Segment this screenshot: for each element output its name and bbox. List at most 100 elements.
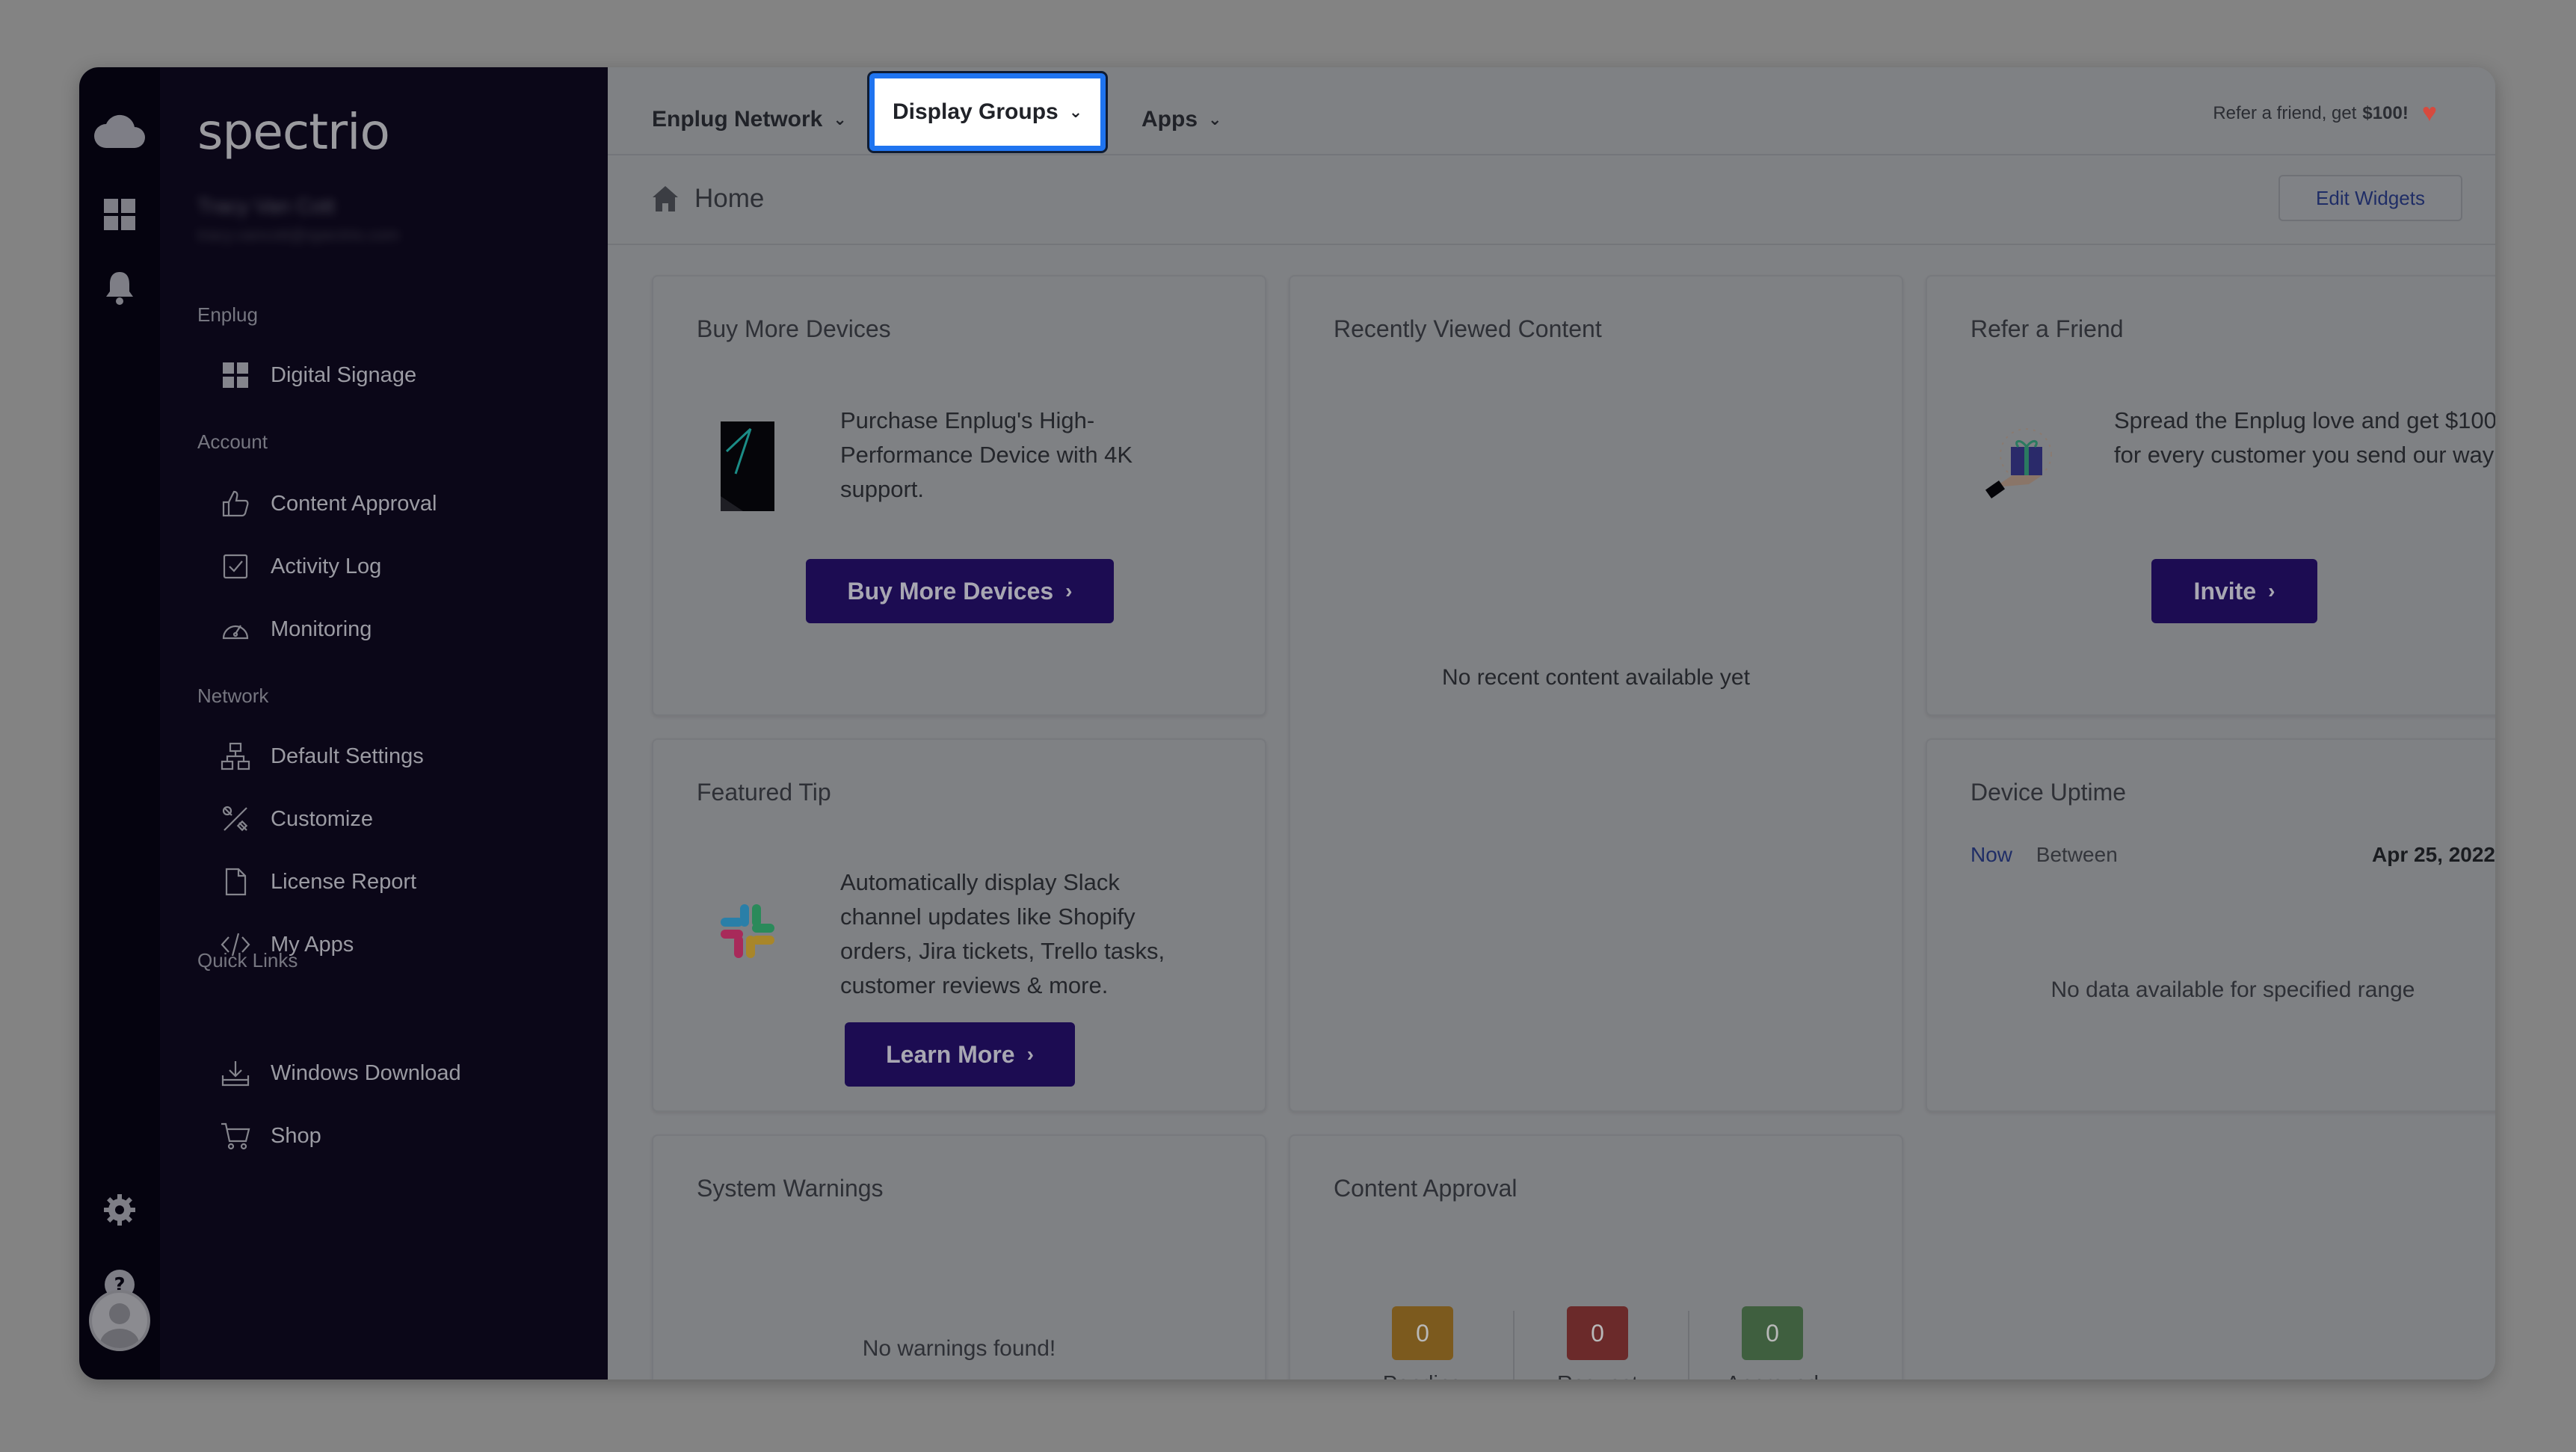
top-nav: Enplug Network ⌄ Display Groups ⌄ Apps ⌄… [608, 67, 2495, 155]
section-account: Account [197, 430, 268, 453]
apps-label: Apps [1141, 107, 1198, 132]
chevron-down-icon: ⌄ [1208, 110, 1222, 129]
edit-widgets-button[interactable]: Edit Widgets [2278, 175, 2462, 221]
slack-icon [718, 901, 777, 965]
avatar[interactable] [79, 1290, 160, 1351]
bell-icon[interactable] [79, 271, 160, 305]
uptime-tabs: Now Between [1970, 843, 2118, 867]
cart-icon [220, 1120, 251, 1152]
refer-amount: $100! [2362, 102, 2409, 123]
widget-text: Automatically display Slack channel upda… [840, 869, 1165, 998]
sidebar-item-license-report[interactable]: License Report [220, 861, 416, 903]
learn-more-button[interactable]: Learn More › [845, 1022, 1075, 1087]
grid-icon [220, 359, 251, 391]
main-content: Enplug Network ⌄ Display Groups ⌄ Apps ⌄… [608, 67, 2495, 1380]
button-label: Invite [2193, 577, 2257, 605]
page-title: Home [651, 184, 764, 214]
uptime-date[interactable]: Apr 25, 2022 [2372, 843, 2495, 867]
sidebar-item-digital-signage[interactable]: Digital Signage [220, 354, 416, 396]
chevron-right-icon: › [2268, 579, 2275, 602]
section-enplug: Enplug [197, 303, 258, 326]
sidebar-item-label: Activity Log [271, 554, 382, 578]
divider [1513, 1311, 1515, 1380]
sidebar-item-activity-log[interactable]: Activity Log [220, 546, 381, 587]
widget-text: Purchase Enplug's High-Performance Devic… [840, 407, 1133, 502]
widget-text: Spread the Enplug love and get $100 for … [2114, 407, 2495, 468]
chevron-down-icon: ⌄ [833, 110, 847, 129]
sidebar-item-windows-download[interactable]: Windows Download [220, 1052, 461, 1094]
widget-title: Recently Viewed Content [1334, 315, 1602, 342]
sidebar-item-customize[interactable]: Customize [220, 798, 373, 840]
widget-title: Content Approval [1334, 1175, 1517, 1202]
widget-device-uptime: Device Uptime Now Between Apr 25, 2022 N… [1926, 738, 2495, 1112]
pending-label: Pending [1359, 1368, 1486, 1380]
widget-title: Featured Tip [697, 779, 831, 806]
device-image [721, 421, 774, 515]
request-changes-label: Request Changes [1537, 1368, 1658, 1380]
widget-title: System Warnings [697, 1175, 884, 1202]
empty-message: No warnings found! [862, 1336, 1056, 1361]
approved-count-badge[interactable]: 0 [1742, 1306, 1803, 1360]
sidebar-item-content-approval[interactable]: Content Approval [220, 483, 437, 525]
sidebar-item-label: Content Approval [271, 491, 437, 516]
tab-now[interactable]: Now [1970, 843, 2012, 866]
app-window: ? spectrio Tracy Van Cott tracy.vancott@… [79, 67, 2495, 1380]
dashboard-icon[interactable] [79, 199, 160, 230]
document-icon [220, 866, 251, 898]
sitemap-icon [220, 741, 251, 772]
icon-rail: ? [79, 67, 160, 1380]
widget-title: Buy More Devices [697, 315, 891, 342]
sidebar: spectrio Tracy Van Cott tracy.vancott@sp… [160, 67, 608, 1380]
widget-title: Refer a Friend [1970, 315, 2124, 342]
display-groups-label: Display Groups [893, 99, 1059, 124]
tools-icon [220, 803, 251, 835]
widget-buy-devices: Buy More Devices Purchase Enplug's High-… [652, 275, 1266, 716]
cloud-icon[interactable] [79, 111, 160, 149]
thumbs-up-icon [220, 488, 251, 519]
spectrio-logo[interactable]: spectrio [197, 103, 390, 161]
user-email: tracy.vancott@spectrio.com [197, 226, 400, 244]
sidebar-item-label: Shop [271, 1123, 321, 1148]
pending-count-badge[interactable]: 0 [1392, 1306, 1453, 1360]
buy-more-devices-button[interactable]: Buy More Devices › [806, 559, 1114, 623]
chevron-right-icon: › [1026, 1042, 1034, 1066]
widget-recent-content: Recently Viewed Content No recent conten… [1289, 275, 1903, 1112]
sidebar-item-label: Customize [271, 806, 373, 831]
widget-content-approval: Content Approval 0 Pending 0 Request Cha… [1289, 1134, 1903, 1380]
gauge-icon [220, 614, 251, 645]
gift-icon [1979, 415, 2069, 509]
apps-dropdown[interactable]: Apps ⌄ [1141, 97, 1221, 142]
button-label: Learn More [886, 1040, 1015, 1068]
button-label: Buy More Devices [847, 577, 1054, 605]
user-info: Tracy Van Cott tracy.vancott@spectrio.co… [197, 194, 399, 245]
heart-icon: ♥ [2421, 99, 2437, 127]
widget-refer-friend: Refer a Friend Spread the Enplug love an… [1926, 275, 2495, 716]
display-groups-dropdown[interactable]: Display Groups ⌄ [869, 73, 1106, 151]
chevron-right-icon: › [1065, 579, 1073, 602]
sidebar-item-label: Monitoring [271, 617, 372, 641]
settings-gear-icon[interactable] [79, 1194, 160, 1226]
section-network: Network [197, 685, 269, 707]
widget-featured-tip: Featured Tip Automatically display Slack… [652, 738, 1266, 1112]
sidebar-item-monitoring[interactable]: Monitoring [220, 608, 372, 650]
empty-message: No recent content available yet [1442, 665, 1750, 690]
invite-button[interactable]: Invite › [2151, 559, 2317, 623]
home-icon [653, 186, 678, 211]
network-label: Enplug Network [652, 107, 823, 132]
sidebar-item-default-settings[interactable]: Default Settings [220, 735, 424, 777]
divider [1688, 1311, 1689, 1380]
sidebar-item-label: Windows Download [271, 1060, 461, 1085]
chevron-down-icon: ⌄ [1068, 102, 1083, 121]
download-icon [220, 1057, 251, 1089]
sidebar-item-label: License Report [271, 869, 417, 894]
checkbox-icon [220, 551, 251, 582]
sidebar-item-label: Default Settings [271, 744, 424, 768]
request-changes-count-badge[interactable]: 0 [1567, 1306, 1628, 1360]
tab-between[interactable]: Between [2036, 843, 2118, 866]
page-header: Home Edit Widgets [608, 157, 2495, 245]
refer-friend-link[interactable]: Refer a friend, get $100! ♥ [2213, 99, 2437, 128]
network-dropdown[interactable]: Enplug Network ⌄ [652, 97, 847, 142]
widget-system-warnings: System Warnings No warnings found! [652, 1134, 1266, 1380]
sidebar-item-shop[interactable]: Shop [220, 1115, 321, 1157]
page-title-text: Home [694, 184, 765, 213]
